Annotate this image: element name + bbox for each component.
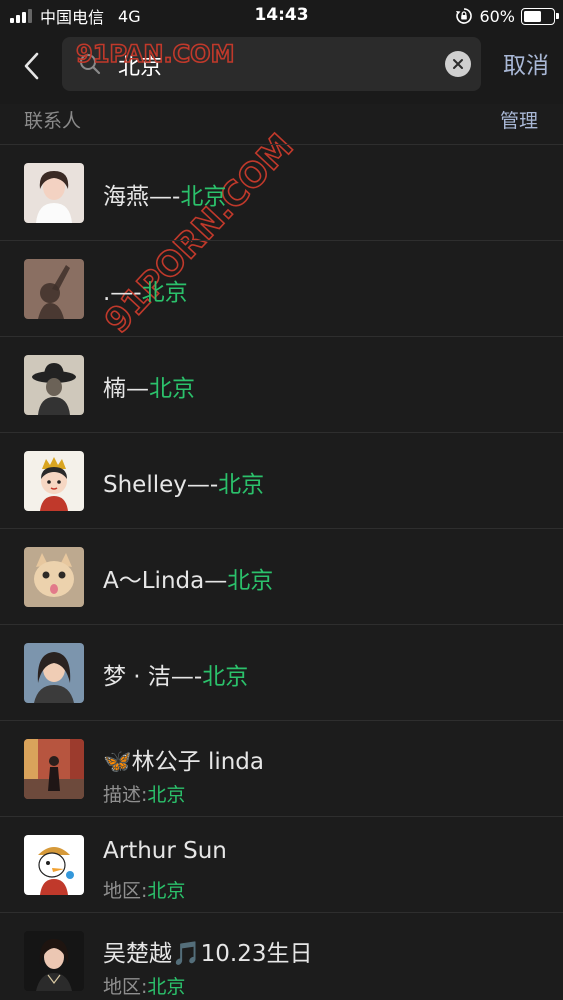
search-query[interactable]: 北京 (118, 49, 162, 81)
contact-row[interactable]: 梦 · 洁—-北京 (0, 624, 563, 720)
match-highlight: 北京 (147, 784, 186, 806)
contact-row[interactable]: A～Linda—北京 (0, 528, 563, 624)
cancel-button[interactable]: 取消 (503, 46, 549, 80)
status-bar: 中国电信 4G 14:43 60% (0, 0, 563, 34)
clear-search-button[interactable] (445, 51, 471, 77)
cat-avatar (24, 547, 84, 607)
woman-selfie-avatar (24, 643, 84, 703)
contact-row[interactable]: 楠—北京 (0, 336, 563, 432)
rotation-lock-icon (456, 8, 473, 24)
contact-row[interactable]: .—-北京 (0, 240, 563, 336)
match-highlight: 北京 (147, 976, 186, 998)
match-highlight: 北京 (218, 472, 265, 498)
hat-sketch-avatar (24, 355, 84, 415)
contact-name: 海燕—-北京 (103, 184, 227, 210)
woman-portrait-avatar (24, 931, 84, 991)
contact-name: 楠—北京 (103, 376, 195, 402)
section-title: 联系人 (24, 110, 82, 132)
contact-name: A～Linda—北京 (103, 568, 274, 594)
search-icon (80, 54, 101, 75)
back-button[interactable] (14, 48, 50, 84)
contact-name: 🦋林公子 linda (103, 749, 265, 775)
match-highlight: 北京 (180, 184, 227, 210)
search-input[interactable]: 北京 (62, 37, 481, 91)
contact-row[interactable]: 🦋林公子 linda 描述:北京 (0, 720, 563, 816)
battery-icon (521, 7, 559, 25)
contact-name: 吴楚越🎵10.23生日 (103, 941, 313, 967)
contact-subtitle: 描述:北京 (103, 784, 186, 806)
street-scene-avatar (24, 739, 84, 799)
contact-name: Arthur Sun (103, 838, 227, 864)
cartoon-duck-avatar (24, 835, 84, 895)
status-right: 60% (455, 6, 559, 26)
contacts-section-header: 联系人 管理 (0, 104, 563, 144)
contact-list: 海燕—-北京 .—-北京 楠—北京 Shelley—-北京 A～Linda—北京… (0, 144, 563, 1000)
match-highlight: 北京 (202, 664, 249, 690)
contact-row[interactable]: Arthur Sun 地区:北京 (0, 816, 563, 912)
match-highlight: 北京 (141, 280, 188, 306)
contact-subtitle: 地区:北京 (103, 880, 186, 902)
contact-subtitle: 地区:北京 (103, 976, 186, 998)
contact-row[interactable]: 海燕—-北京 (0, 144, 563, 240)
cartoon-queen-avatar (24, 451, 84, 511)
butterfly-icon: 🦋 (103, 749, 132, 775)
music-note-icon: 🎵 (172, 941, 201, 967)
contact-row[interactable]: Shelley—-北京 (0, 432, 563, 528)
battery-percent: 60% (479, 6, 515, 26)
match-highlight: 北京 (227, 568, 274, 594)
search-header: 北京 取消 (0, 34, 563, 104)
chevron-left-icon (24, 52, 39, 80)
shadow-hand-avatar (24, 259, 84, 319)
match-highlight: 北京 (147, 880, 186, 902)
match-highlight: 北京 (149, 376, 195, 402)
close-icon (453, 59, 463, 69)
battery-fill (524, 10, 541, 22)
contact-row[interactable]: 吴楚越🎵10.23生日 地区:北京 (0, 912, 563, 1000)
manage-button[interactable]: 管理 (500, 106, 538, 133)
girl-portrait-avatar (24, 163, 84, 223)
contact-name: .—-北京 (103, 280, 188, 306)
contact-name: Shelley—-北京 (103, 472, 265, 498)
contact-name: 梦 · 洁—-北京 (103, 664, 249, 690)
